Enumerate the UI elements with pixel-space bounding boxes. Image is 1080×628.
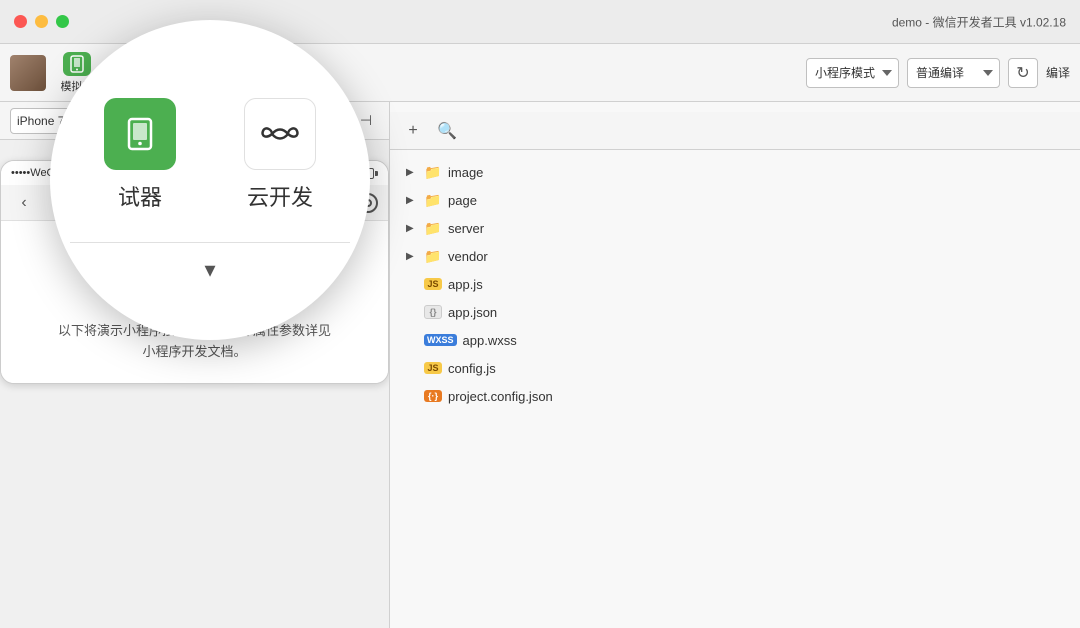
folder-icon-server: 📁 xyxy=(424,219,442,237)
refresh-button[interactable]: ↻ xyxy=(1008,58,1038,88)
popup-circle[interactable]: 试器 云开发 ▾ xyxy=(50,20,370,340)
folder-server[interactable]: ▶ 📁 server xyxy=(390,214,1080,242)
file-name-app-json: app.json xyxy=(448,305,497,320)
folder-arrow-icon: ▶ xyxy=(406,223,418,234)
folder-arrow-icon: ▶ xyxy=(406,195,418,206)
file-app-js[interactable]: ▶ JS app.js xyxy=(390,270,1080,298)
folder-page[interactable]: ▶ 📁 page xyxy=(390,186,1080,214)
add-icon: + xyxy=(408,122,417,140)
close-button[interactable] xyxy=(14,15,27,28)
search-file-button[interactable]: 🔍 xyxy=(434,118,460,144)
wxss-badge-appwxss: WXSS xyxy=(424,334,457,346)
popup-divider xyxy=(70,242,350,243)
popup-cloud-button[interactable]: 云开发 xyxy=(210,88,350,222)
mode-select[interactable]: 小程序模式 插件模式 xyxy=(806,58,899,88)
toolbar-select-group: 小程序模式 插件模式 普通编译 自定义编译 ↻ 编译 xyxy=(806,58,1070,88)
folder-name-server: server xyxy=(448,221,484,236)
maximize-button[interactable] xyxy=(56,15,69,28)
window-title: demo - 微信开发者工具 v1.02.18 xyxy=(892,13,1066,30)
compile-select[interactable]: 普通编译 自定义编译 xyxy=(907,58,1000,88)
file-config-js[interactable]: ▶ JS config.js xyxy=(390,354,1080,382)
folder-arrow-icon: ▶ xyxy=(406,251,418,262)
file-tree-toolbar: + 🔍 xyxy=(390,112,1080,150)
refresh-icon: ↻ xyxy=(1016,63,1029,83)
js-badge-appjs: JS xyxy=(424,278,442,290)
popup-cloud-icon xyxy=(244,98,316,170)
folder-vendor[interactable]: ▶ 📁 vendor xyxy=(390,242,1080,270)
folder-icon-page: 📁 xyxy=(424,191,442,209)
folder-name-image: image xyxy=(448,165,483,180)
file-name-app-js: app.js xyxy=(448,277,483,292)
popup-simulator-icon xyxy=(104,98,176,170)
traffic-lights xyxy=(14,15,69,28)
folder-image[interactable]: ▶ 📁 image xyxy=(390,158,1080,186)
js-badge-configjs: JS xyxy=(424,362,442,374)
json-badge-appjson: {} xyxy=(424,305,442,319)
avatar[interactable] xyxy=(10,55,46,91)
config-badge-projectjson: {·} xyxy=(424,390,442,402)
exit-icon: ⊣ xyxy=(360,112,372,129)
popup-cloud-label: 云开发 xyxy=(247,180,313,212)
popup-simulator-label: 试器 xyxy=(118,180,162,212)
compile-label: 编译 xyxy=(1046,64,1070,81)
search-icon: 🔍 xyxy=(437,121,457,141)
folder-icon-vendor: 📁 xyxy=(424,247,442,265)
folder-name-vendor: vendor xyxy=(448,249,488,264)
add-file-button[interactable]: + xyxy=(400,118,426,144)
popup-content: 试器 云开发 ▾ xyxy=(50,58,370,303)
folder-arrow-icon: ▶ xyxy=(406,167,418,178)
file-tree: ▶ 📁 image ▶ 📁 page ▶ 📁 server ▶ 📁 vendor xyxy=(390,150,1080,418)
folder-icon-image: 📁 xyxy=(424,163,442,181)
popup-buttons-row: 试器 云开发 xyxy=(70,88,350,222)
nav-back-button[interactable]: ‹ xyxy=(11,190,37,216)
file-name-app-wxss: app.wxss xyxy=(463,333,517,348)
file-panel: + 🔍 ▶ 📁 image ▶ 📁 page ▶ 📁 server xyxy=(390,102,1080,628)
file-app-wxss[interactable]: ▶ WXSS app.wxss xyxy=(390,326,1080,354)
popup-arrow-icon: ▾ xyxy=(204,257,215,283)
file-app-json[interactable]: ▶ {} app.json xyxy=(390,298,1080,326)
file-name-project-config: project.config.json xyxy=(448,389,553,404)
folder-name-page: page xyxy=(448,193,477,208)
file-project-config[interactable]: ▶ {·} project.config.json xyxy=(390,382,1080,410)
simulator-icon xyxy=(63,52,91,76)
file-name-config-js: config.js xyxy=(448,361,496,376)
popup-simulator-button[interactable]: 试器 xyxy=(70,88,210,222)
minimize-button[interactable] xyxy=(35,15,48,28)
